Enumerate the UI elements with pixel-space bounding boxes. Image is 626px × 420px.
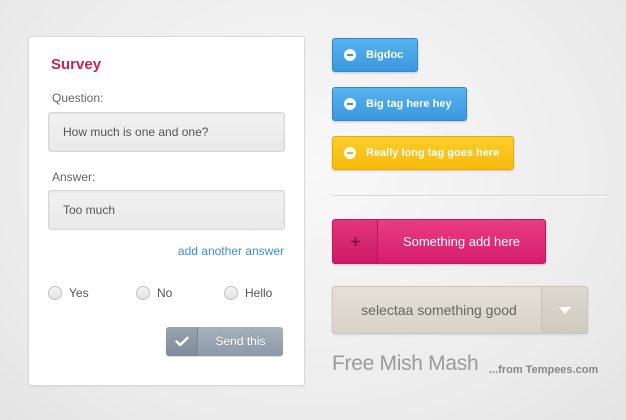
radio-label: No xyxy=(157,286,173,300)
footer-credit: ...from Tempees.com xyxy=(489,364,599,376)
tag-label: Big tag here hey xyxy=(366,98,452,110)
radio-option-yes[interactable]: Yes xyxy=(48,286,89,300)
survey-title: Survey xyxy=(51,56,102,73)
radio-option-hello[interactable]: Hello xyxy=(224,286,272,300)
answer-radio-group: Yes No Hello xyxy=(48,286,288,304)
plus-icon xyxy=(333,220,378,263)
tag-big-tag-here-hey[interactable]: Big tag here hey xyxy=(332,87,467,121)
divider xyxy=(332,195,608,196)
send-button[interactable]: Send this xyxy=(166,327,283,356)
add-another-answer-link[interactable]: add another answer xyxy=(178,244,284,258)
add-button-label: Something add here xyxy=(402,234,521,249)
send-button-label: Send this xyxy=(215,334,266,348)
survey-card: Survey Question: How much is one and one… xyxy=(28,36,305,386)
minus-icon[interactable] xyxy=(344,147,356,159)
radio-option-no[interactable]: No xyxy=(136,286,172,300)
minus-icon[interactable] xyxy=(344,49,356,61)
radio-label: Hello xyxy=(245,286,273,300)
chevron-down-icon[interactable] xyxy=(541,287,587,333)
radio-button[interactable] xyxy=(224,286,238,300)
select-value: selectaa something good xyxy=(361,302,517,318)
add-something-button[interactable]: Something add here xyxy=(332,219,546,264)
minus-icon[interactable] xyxy=(344,98,356,110)
radio-button[interactable] xyxy=(48,286,62,300)
select-dropdown[interactable]: selectaa something good xyxy=(332,286,588,334)
answer-field[interactable]: Too much xyxy=(48,190,285,230)
tag-label: Really long tag goes here xyxy=(366,147,500,159)
footer-title: Free Mish Mash xyxy=(332,352,479,375)
question-field[interactable]: How much is one and one? xyxy=(48,112,285,152)
answer-label: Answer: xyxy=(52,170,96,184)
radio-label: Yes xyxy=(69,286,89,300)
tag-really-long[interactable]: Really long tag goes here xyxy=(332,136,515,170)
tag-bigdoc[interactable]: Bigdoc xyxy=(332,38,419,72)
check-icon xyxy=(166,327,198,356)
tag-label: Bigdoc xyxy=(366,49,404,61)
radio-button[interactable] xyxy=(136,286,150,300)
question-label: Question: xyxy=(52,91,104,105)
